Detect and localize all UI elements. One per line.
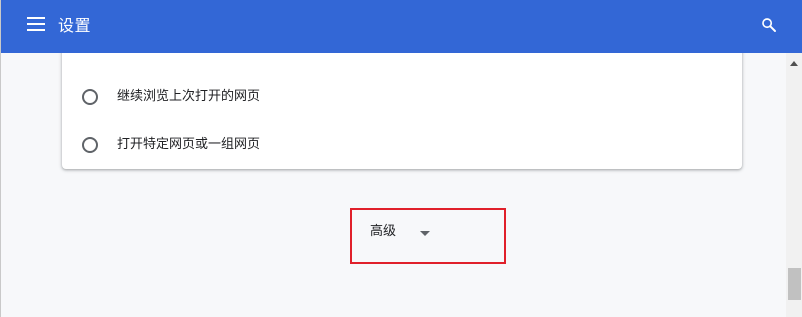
startup-option-label: 打开特定网页或一组网页 [117,137,261,152]
settings-toolbar: 设置 [1,0,802,53]
search-icon[interactable] [760,16,778,34]
settings-window: 设置 继续浏览上次打开的网页 打开特定网页或一组网页 高级 [0,0,802,317]
startup-option-radio[interactable] [82,137,98,153]
advanced-label: 高级 [370,224,397,239]
dropdown-arrow-icon [420,231,430,236]
startup-option-radio[interactable] [82,89,98,105]
startup-option-row[interactable]: 继续浏览上次打开的网页 [62,77,742,117]
startup-option-label: 继续浏览上次打开的网页 [117,89,261,104]
page-title: 设置 [58,16,92,35]
startup-option-row[interactable]: 打开特定网页或一组网页 [62,125,742,165]
vertical-scrollbar[interactable] [786,53,802,317]
scroll-up-arrow-icon[interactable] [790,61,798,66]
scroll-thumb[interactable] [788,268,801,300]
menu-icon[interactable] [27,17,45,31]
advanced-settings-toggle[interactable]: 高级 [350,208,506,264]
